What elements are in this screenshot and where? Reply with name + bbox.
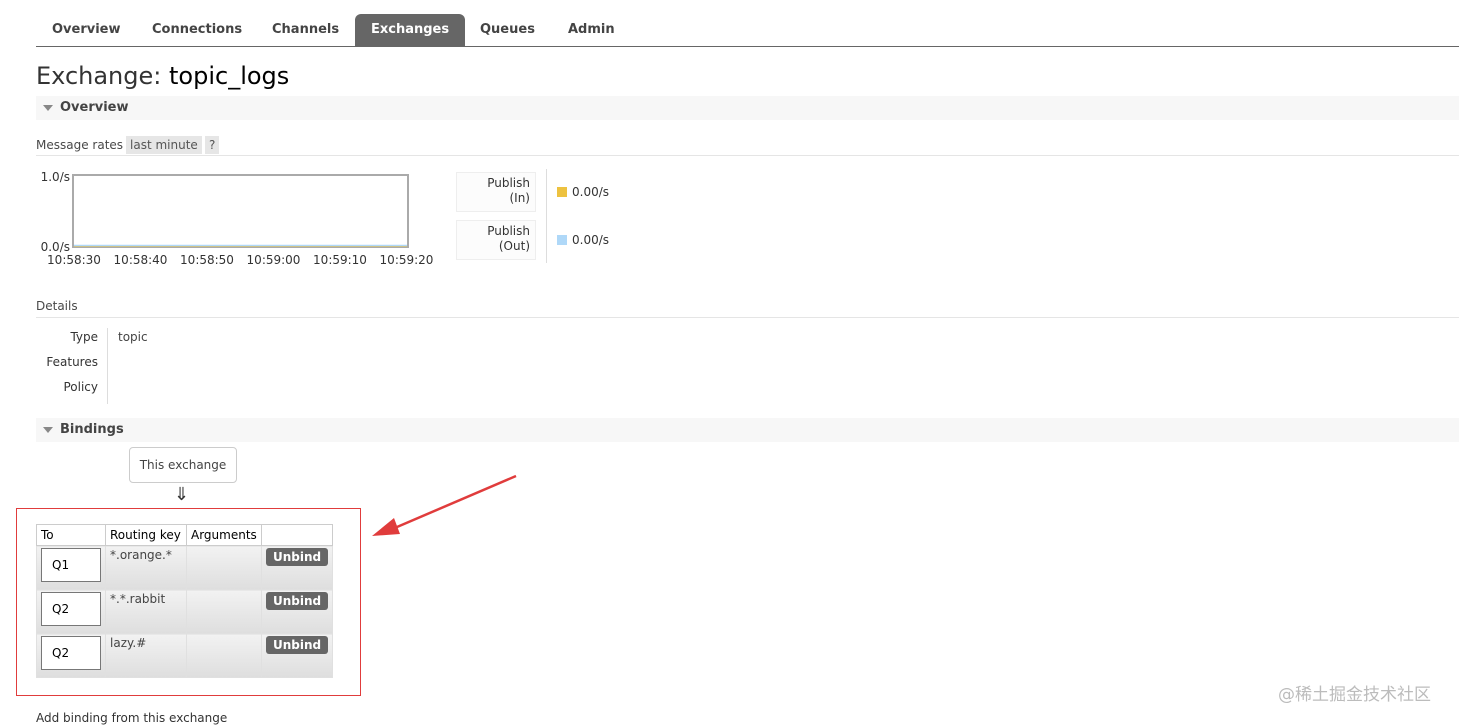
tab-connections[interactable]: Connections [136, 14, 258, 46]
routing-key: *.*.rabbit [110, 592, 166, 606]
binding-to-cell: Q2 [36, 589, 106, 634]
tab-overview[interactable]: Overview [36, 14, 137, 46]
legend-publish-in: Publish (In) [456, 172, 536, 212]
add-binding-heading: Add binding from this exchange [36, 711, 228, 725]
column-header-actions [260, 524, 334, 546]
unbind-button[interactable]: Unbind [266, 592, 329, 610]
legend-publish-out-line2: (Out) [498, 239, 530, 253]
overview-section-header[interactable]: Overview [36, 96, 1459, 120]
column-header-routing-key: Routing key [105, 524, 187, 546]
arrow-down-icon: ⇓ [174, 484, 190, 505]
arguments [187, 634, 261, 638]
this-exchange-box: This exchange [129, 447, 237, 483]
chart-plot-area [72, 174, 409, 248]
x-tick-label: 10:59:10 [313, 253, 367, 267]
bindings-section-header[interactable]: Bindings [36, 418, 1459, 442]
watermark-text: @稀土掘金技术社区 [1278, 685, 1431, 705]
detail-key-policy: Policy [63, 380, 98, 394]
table-row: Q2 lazy.# Unbind [36, 633, 334, 678]
legend-publish-in-value: 0.00/s [557, 185, 609, 199]
legend-publish-out: Publish (Out) [456, 220, 536, 260]
y-tick-label: 0.0/s [41, 240, 70, 254]
queue-link[interactable]: Q1 [41, 548, 101, 582]
bindings-section-label: Bindings [60, 422, 124, 437]
bindings-header-row: To Routing key Arguments [36, 524, 334, 546]
publish-out-rate: 0.00/s [572, 233, 610, 247]
action-cell: Unbind [260, 633, 334, 678]
arguments [187, 590, 261, 594]
message-rate-chart: 1.0/s 0.0/s10:58:30 10:58:40 10:58:50 10:59:… [41, 170, 434, 267]
unbind-button[interactable]: Unbind [266, 636, 329, 654]
page-title: Exchange: topic_logs [36, 62, 289, 90]
x-tick-label: 10:58:30 [47, 253, 101, 267]
x-tick-label: 10:59:00 [247, 253, 301, 267]
routing-key: lazy.# [110, 636, 147, 650]
table-row: Q2 *.*.rabbit Unbind [36, 589, 334, 634]
arguments-cell [186, 633, 262, 678]
legend-publish-in-line1: Publish [487, 176, 530, 190]
detail-key-type: Type [70, 330, 98, 344]
legend-publish-out-value: 0.00/s [557, 233, 609, 247]
detail-key-features: Features [46, 355, 98, 369]
column-header-to: To [36, 524, 106, 546]
detail-value-type: topic [118, 330, 148, 344]
publish-in-color-swatch [557, 187, 567, 197]
action-cell: Unbind [260, 545, 334, 590]
details-heading-label: Details [36, 299, 78, 313]
queue-link[interactable]: Q2 [41, 636, 101, 670]
arguments [187, 546, 261, 550]
bindings-table: To Routing key Arguments Q1 *.orange.* U… [36, 524, 334, 678]
routing-key: *.orange.* [110, 548, 172, 562]
x-tick-label: 10:58:50 [180, 253, 234, 267]
arguments-cell [186, 545, 262, 590]
table-row: Q1 *.orange.* Unbind [36, 545, 334, 590]
x-tick-label: 10:59:20 [380, 253, 434, 267]
y-tick-label: 1.0/s [41, 170, 70, 184]
routing-key-cell: *.*.rabbit [105, 589, 187, 634]
unbind-button[interactable]: Unbind [266, 548, 329, 566]
tab-channels[interactable]: Channels [256, 14, 355, 46]
details-divider [107, 328, 108, 404]
collapse-triangle-icon [43, 426, 53, 433]
arguments-cell [186, 589, 262, 634]
routing-key-cell: lazy.# [105, 633, 187, 678]
collapse-triangle-icon [43, 104, 53, 111]
tab-exchanges[interactable]: Exchanges [355, 14, 466, 46]
message-rates-label: Message rates [36, 138, 124, 152]
queue-link[interactable]: Q2 [41, 592, 101, 626]
publish-out-color-swatch [557, 235, 567, 245]
action-cell: Unbind [260, 589, 334, 634]
legend-publish-out-line1: Publish [487, 224, 530, 238]
binding-to-cell: Q1 [36, 545, 106, 590]
range-selector-button[interactable]: last minute [126, 136, 202, 154]
exchange-name: topic_logs [169, 62, 290, 90]
tab-queues[interactable]: Queues [464, 14, 551, 46]
overview-section-label: Overview [60, 100, 129, 115]
x-tick-label: 10:58:40 [114, 253, 168, 267]
tab-admin[interactable]: Admin [552, 14, 631, 46]
details-heading: Details [36, 299, 1459, 318]
message-rates-row: Message rates last minute ? [36, 136, 1459, 156]
top-nav: Overview Connections Channels Exchanges … [36, 14, 1459, 47]
publish-in-rate: 0.00/s [572, 185, 610, 199]
legend-publish-in-line2: (In) [509, 191, 530, 205]
legend-divider [546, 169, 547, 263]
binding-to-cell: Q2 [36, 633, 106, 678]
page-title-prefix: Exchange: [36, 62, 162, 90]
help-button[interactable]: ? [205, 136, 220, 154]
column-header-arguments: Arguments [186, 524, 262, 546]
routing-key-cell: *.orange.* [105, 545, 187, 590]
annotation-arrow-icon [372, 474, 517, 536]
